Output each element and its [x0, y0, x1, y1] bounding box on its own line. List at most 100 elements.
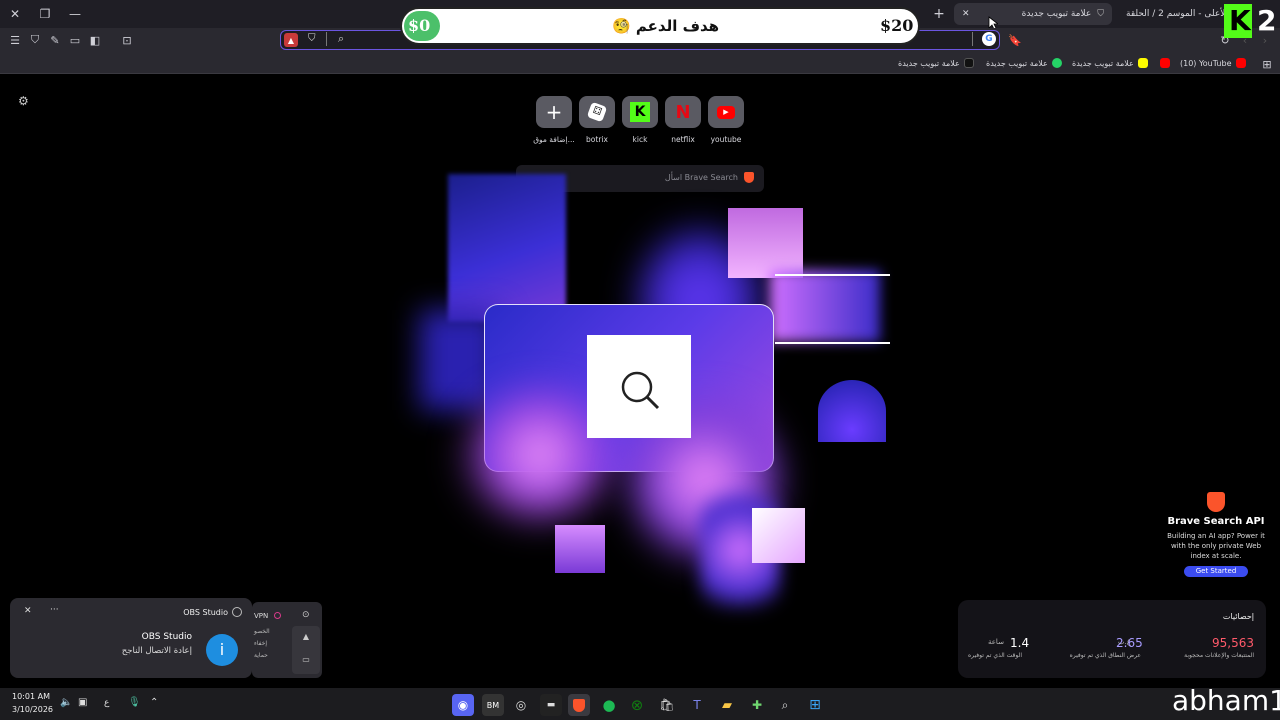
bookmark-label: علامة تبويب جديدة [1072, 58, 1134, 68]
tiktok-icon [963, 58, 974, 68]
up-arrow-icon[interactable]: ▲ [292, 632, 320, 641]
more-options-icon[interactable]: ··· [50, 605, 59, 615]
xmind-icon[interactable]: ✚ [746, 694, 768, 716]
settings-gear-icon[interactable]: ⚙ [18, 94, 29, 108]
obs-icon[interactable]: ◎ [510, 694, 532, 716]
vpn-row[interactable]: الخصو [254, 628, 270, 635]
teams-icon[interactable]: T [686, 694, 708, 716]
vpn-status-icon [274, 612, 281, 619]
close-notification-icon[interactable]: ✕ [24, 606, 32, 616]
youtube-icon [1160, 58, 1170, 68]
tab-episode[interactable]: ع الأعلى - الموسم 2 / الحلقة [1118, 3, 1228, 25]
wallet-icon[interactable]: ▭ [66, 31, 84, 49]
obs-app-icon [232, 607, 242, 617]
stat-value: 1.4 [1010, 636, 1030, 650]
stat-label: المتتبعات والإعلانات محجوبة [1184, 652, 1254, 659]
grid-icon[interactable]: ⊞ [1258, 55, 1276, 73]
file-explorer-icon[interactable]: ▰ [716, 694, 738, 716]
close-window-button[interactable]: ✕ [4, 4, 26, 24]
menu-icon[interactable]: ☰ [6, 31, 24, 49]
get-started-button[interactable]: Get Started [1184, 566, 1248, 577]
stats-title: إحصائيات [1222, 612, 1254, 621]
window-icon[interactable]: ▭ [292, 655, 320, 664]
display-icon[interactable]: ▣ [78, 697, 87, 708]
shield-icon[interactable]: ⛉ [26, 31, 44, 49]
vpn-panel: VPN ⊙ الخصو إخفاء حماية ▲ ▭ [252, 602, 322, 678]
volume-icon[interactable]: 🔈 [60, 697, 72, 708]
clock-date[interactable]: 3/10/2026 [12, 705, 53, 714]
sidebar-icon[interactable]: ◧ [86, 31, 104, 49]
divider [972, 32, 973, 46]
stat-label: عرض النطاق الذي تم توفيره [1069, 652, 1141, 659]
vpn-row[interactable]: حماية [254, 652, 268, 659]
streamer-name: abham1 [1172, 684, 1280, 717]
microphone-icon[interactable]: 🎙 [128, 697, 141, 708]
leo-ai-icon[interactable]: ⊡ [118, 31, 136, 49]
bookmark-item[interactable]: علامة تبويب جديدة [1072, 55, 1148, 71]
chevron-up-icon[interactable]: ⌃ [150, 697, 158, 708]
kick-count: 2 [1257, 4, 1277, 37]
tab-new-tab[interactable]: ✕ علامة تبويب جديدة ⛉ [954, 3, 1112, 25]
magnifier-illustration-icon [621, 371, 660, 410]
rewards-icon[interactable]: ▲ [284, 33, 298, 47]
bookmark-label: (10) YouTube [1180, 58, 1232, 68]
notification-app-name: OBS Studio [183, 608, 228, 617]
info-icon: i [206, 634, 238, 666]
clock-time[interactable]: 10:01 AM [12, 692, 50, 701]
botrix-icon: ⚃ [586, 101, 608, 123]
bookmark-item[interactable]: علامة تبويب جديدة [986, 55, 1062, 71]
donation-goal-widget: $0 🧐 هدف الدعم $20 [400, 7, 920, 45]
kick-logo-letter: K [1229, 4, 1251, 37]
restore-window-button[interactable]: ❐ [34, 4, 56, 24]
brave-logo-icon [1207, 492, 1225, 512]
extensions-icon[interactable]: ✎ [46, 31, 64, 49]
store-icon[interactable]: 🛍 [656, 694, 678, 716]
bookmark-label: علامة تبويب جديدة [986, 58, 1048, 68]
bookmark-item[interactable] [1160, 55, 1170, 71]
shortcut-netflix[interactable]: N [665, 96, 701, 128]
bookmark-item[interactable]: (10) YouTube [1180, 55, 1246, 71]
youtube-icon: ▶ [717, 105, 735, 119]
xbox-icon[interactable]: ⊗ [626, 694, 648, 716]
shortcut-botrix[interactable]: ⚃ [579, 96, 615, 128]
location-icon[interactable]: ⊙ [302, 610, 310, 620]
stat-value: 2.65 [1116, 636, 1143, 650]
brave-shield-icon: ⛉ [1097, 9, 1104, 19]
donation-goal-amount: $20 [880, 16, 914, 35]
netflix-icon: N [675, 101, 691, 123]
close-tab-icon[interactable]: ✕ [962, 9, 970, 19]
shortcut-kick[interactable]: K [622, 96, 658, 128]
vpn-label: VPN [254, 612, 269, 620]
shortcut-label: إضافة موق... [533, 135, 575, 144]
discord-icon[interactable]: ◉ [452, 694, 474, 716]
brave-shields-icon[interactable]: ⛉ [308, 33, 316, 44]
terminal-icon[interactable]: ▬ [540, 694, 562, 716]
google-icon[interactable]: G [982, 32, 996, 46]
whatsapp-icon [1051, 58, 1062, 68]
new-tab-button[interactable]: + [928, 4, 950, 24]
stat-unit: ساعة [988, 638, 1004, 646]
api-title: Brave Search API [1167, 516, 1265, 527]
vpn-row[interactable]: إخفاء [254, 640, 267, 647]
search-taskbar-icon[interactable]: ⌕ [774, 694, 796, 716]
notification-message: إعادة الاتصال الناجح [121, 646, 192, 656]
minimize-window-button[interactable]: — [64, 4, 86, 24]
bookmark-item[interactable]: علامة تبويب جديدة [898, 55, 974, 71]
divider [326, 32, 327, 46]
brave-icon[interactable] [568, 694, 590, 716]
kick-icon: K [630, 102, 650, 122]
stat-label: الوقت الذي تم توفيره [968, 652, 1022, 659]
bookmark-label: علامة تبويب جديدة [898, 58, 960, 68]
stats-widget: إحصائيات 95,563 المتتبعات والإعلانات محج… [958, 600, 1266, 678]
input-language[interactable]: ع [104, 698, 109, 708]
windows-start-icon[interactable]: ⊞ [804, 694, 826, 716]
spotify-icon[interactable]: ● [598, 694, 620, 716]
add-shortcut-button[interactable]: + [536, 96, 572, 128]
bm-app-icon[interactable]: BM [482, 694, 504, 716]
donation-start-amount: $0 [408, 16, 431, 35]
obs-notification[interactable]: ✕ ··· OBS Studio OBS Studio إعادة الاتصا… [10, 598, 252, 678]
vpn-side-buttons: ▲ ▭ [292, 626, 320, 674]
shortcut-youtube[interactable]: ▶ [708, 96, 744, 128]
bookmark-icon[interactable]: 🔖 [1006, 31, 1024, 49]
snapchat-icon [1137, 58, 1148, 68]
